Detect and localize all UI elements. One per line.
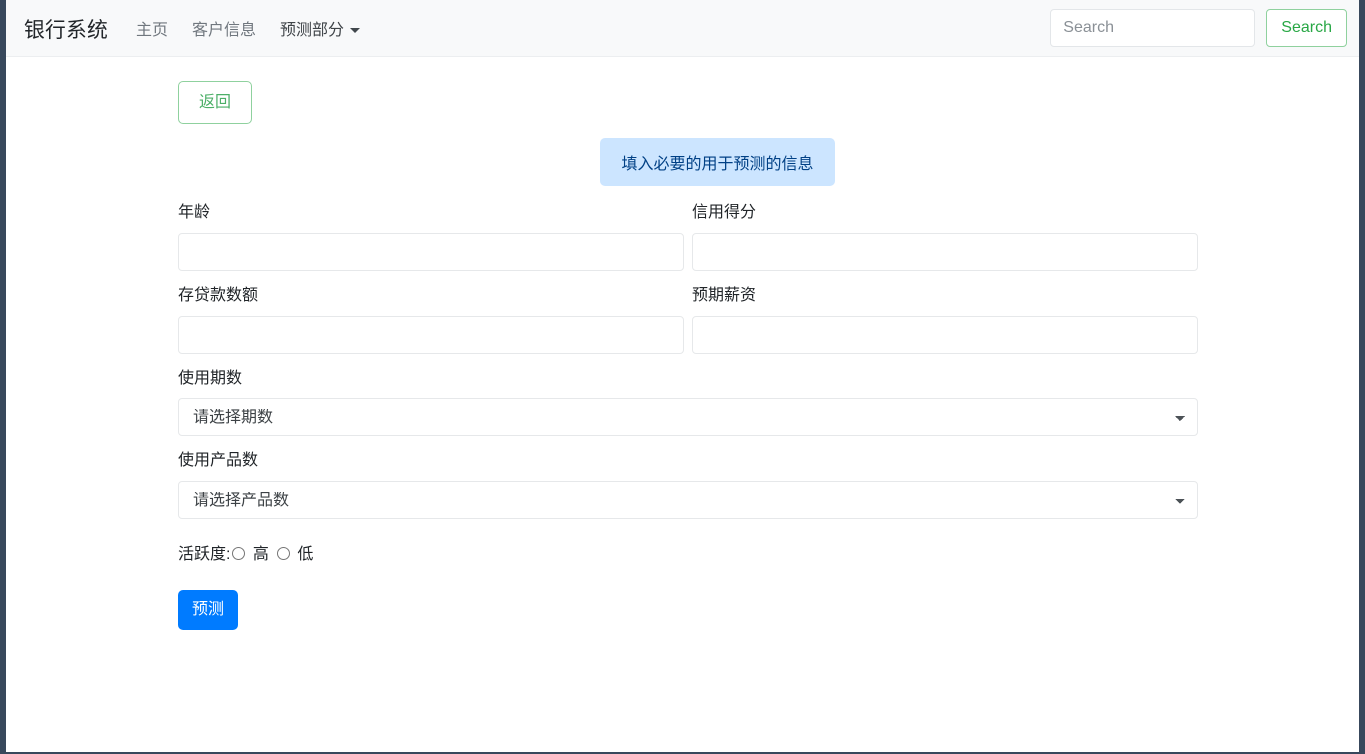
field-group-balance: 存贷款数额 bbox=[178, 286, 684, 354]
field-group-estimated-salary: 预期薪资 bbox=[692, 286, 1198, 354]
page-root: 银行系统 主页 客户信息 预测部分 Search 返回 填入必要的用于预测的信息 bbox=[6, 0, 1359, 752]
field-group-num-products: 使用产品数 请选择产品数 bbox=[178, 451, 1198, 520]
label-credit-score: 信用得分 bbox=[692, 204, 757, 221]
radio-activity-high[interactable]: 高 bbox=[232, 540, 269, 564]
brand-logo[interactable]: 银行系统 bbox=[12, 13, 120, 43]
label-activity: 活跃度: bbox=[178, 546, 231, 564]
caret-down-icon bbox=[350, 27, 361, 33]
label-tenure: 使用期数 bbox=[178, 369, 243, 387]
top-row: 返回 bbox=[6, 57, 1359, 131]
label-num-products: 使用产品数 bbox=[178, 452, 259, 470]
search-input[interactable] bbox=[1050, 9, 1256, 47]
main-content: 返回 填入必要的用于预测的信息 年龄 信用得分 存贷款数额 预期薪资 使用期数 … bbox=[6, 57, 1359, 631]
form-row-3: 使用期数 请选择期数 bbox=[178, 369, 1198, 437]
field-group-age: 年龄 bbox=[178, 203, 684, 271]
label-estimated-salary: 预期薪资 bbox=[692, 286, 757, 304]
radio-label-activity-low: 低 bbox=[297, 546, 314, 564]
label-balance: 存贷款数额 bbox=[178, 286, 259, 304]
input-balance[interactable] bbox=[178, 315, 684, 354]
select-tenure[interactable]: 请选择期数 bbox=[178, 398, 1198, 437]
navbar-search-form: Search bbox=[1050, 9, 1351, 47]
radio-activity-low[interactable]: 低 bbox=[276, 540, 314, 564]
label-age: 年龄 bbox=[178, 204, 211, 221]
window-frame: 银行系统 主页 客户信息 预测部分 Search 返回 填入必要的用于预测的信息 bbox=[0, 0, 1365, 754]
input-credit-score[interactable] bbox=[692, 232, 1198, 271]
info-banner: 填入必要的用于预测的信息 bbox=[600, 138, 835, 186]
input-estimated-salary[interactable] bbox=[692, 315, 1198, 354]
predict-button[interactable]: 预测 bbox=[178, 590, 238, 631]
radio-label-activity-high: 高 bbox=[252, 546, 269, 564]
field-group-activity: 活跃度: 高 低 bbox=[178, 540, 1198, 564]
nav-link-home[interactable]: 主页 bbox=[124, 8, 180, 48]
field-group-credit-score: 信用得分 bbox=[692, 203, 1198, 271]
form-row-4: 使用产品数 请选择产品数 bbox=[178, 451, 1198, 520]
select-num-products[interactable]: 请选择产品数 bbox=[178, 481, 1198, 520]
radio-input-activity-low[interactable] bbox=[276, 547, 290, 561]
nav-link-customer-info[interactable]: 客户信息 bbox=[180, 8, 268, 48]
nav-dropdown-prediction[interactable]: 预测部分 bbox=[268, 8, 372, 48]
field-group-tenure: 使用期数 请选择期数 bbox=[178, 369, 1198, 437]
radio-input-activity-high[interactable] bbox=[232, 547, 246, 561]
nav-dropdown-label: 预测部分 bbox=[280, 22, 345, 39]
form-row-2: 存贷款数额 预期薪资 bbox=[178, 286, 1198, 354]
back-button[interactable]: 返回 bbox=[178, 81, 252, 124]
search-button[interactable]: Search bbox=[1266, 9, 1347, 47]
prediction-form: 年龄 信用得分 存贷款数额 预期薪资 使用期数 请选择期数 使用产品数 请选择产… bbox=[178, 203, 1198, 631]
form-row-1: 年龄 信用得分 bbox=[178, 203, 1198, 271]
navbar: 银行系统 主页 客户信息 预测部分 Search bbox=[6, 0, 1359, 57]
nav-links: 主页 客户信息 预测部分 bbox=[124, 8, 372, 48]
input-age[interactable] bbox=[178, 232, 684, 271]
